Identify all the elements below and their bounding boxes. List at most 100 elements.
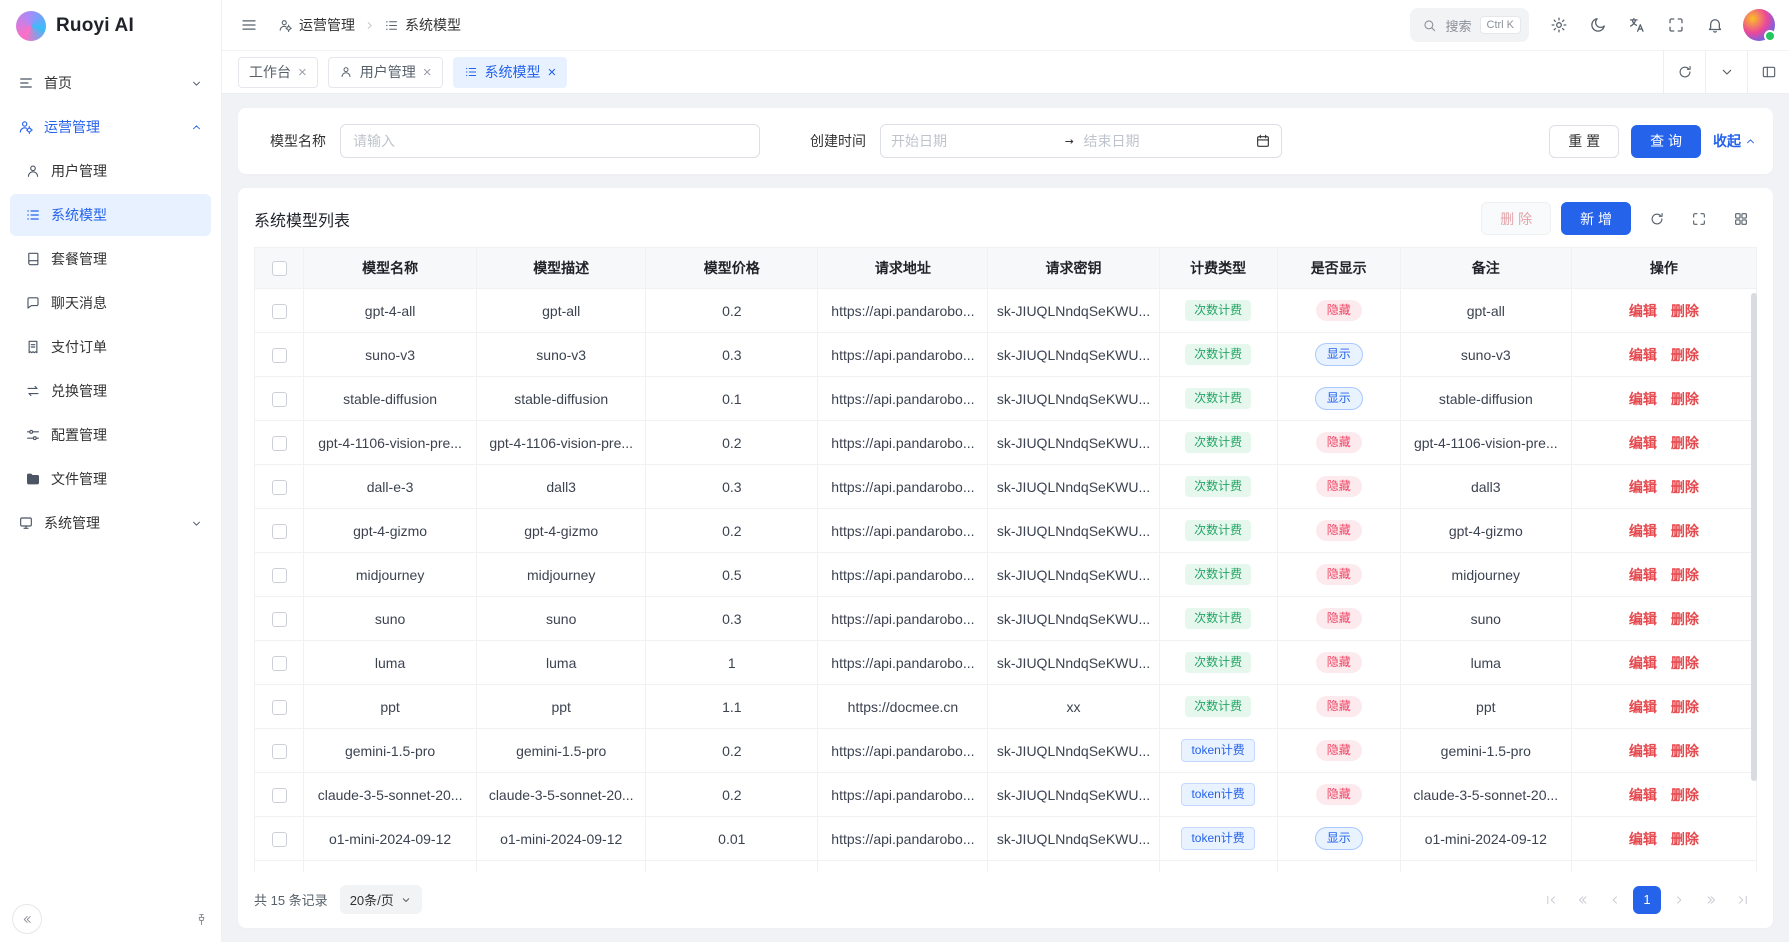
delete-link[interactable]: 删除 — [1671, 435, 1699, 451]
edit-link[interactable]: 编辑 — [1629, 435, 1657, 451]
query-button[interactable]: 查 询 — [1631, 125, 1701, 158]
edit-link[interactable]: 编辑 — [1629, 567, 1657, 583]
tab-menu-icon[interactable] — [1705, 51, 1747, 93]
sidebar-section[interactable]: 运营管理 — [10, 106, 211, 148]
edit-link[interactable]: 编辑 — [1629, 831, 1657, 847]
select-all-checkbox[interactable] — [272, 261, 287, 276]
delete-link[interactable]: 删除 — [1671, 347, 1699, 363]
row-checkbox[interactable] — [272, 348, 287, 363]
edit-link[interactable]: 编辑 — [1629, 347, 1657, 363]
delete-link[interactable]: 删除 — [1671, 479, 1699, 495]
select-all-cell — [254, 247, 304, 289]
delete-link[interactable]: 删除 — [1671, 303, 1699, 319]
row-checkbox[interactable] — [272, 656, 287, 671]
edit-link[interactable]: 编辑 — [1629, 391, 1657, 407]
sidebar-item[interactable]: 用户管理 — [10, 150, 211, 192]
cell-model-price: 0.2 — [646, 729, 818, 773]
add-button[interactable]: 新 增 — [1561, 202, 1631, 235]
tab-item[interactable]: 工作台× — [238, 57, 318, 88]
edit-link[interactable]: 编辑 — [1629, 787, 1657, 803]
tab-item[interactable]: 系统模型× — [453, 57, 568, 88]
tab-close-icon[interactable]: × — [423, 65, 432, 80]
row-checkbox[interactable] — [272, 436, 287, 451]
prev-page-icon[interactable] — [1601, 886, 1629, 914]
delete-link[interactable]: 删除 — [1671, 523, 1699, 539]
language-icon[interactable] — [1620, 8, 1654, 42]
edit-link[interactable]: 编辑 — [1629, 479, 1657, 495]
current-page[interactable]: 1 — [1633, 886, 1661, 914]
column-header: 模型价格 — [646, 247, 818, 289]
sidebar-section[interactable]: 系统管理 — [10, 502, 211, 544]
tab-list: 工作台×用户管理×系统模型× — [238, 51, 1663, 93]
global-search[interactable]: 搜索 Ctrl K — [1410, 8, 1529, 42]
dark-mode-icon[interactable] — [1581, 8, 1615, 42]
delete-link[interactable]: 删除 — [1671, 655, 1699, 671]
row-checkbox[interactable] — [272, 480, 287, 495]
model-name-input[interactable] — [340, 124, 760, 158]
tab-close-icon[interactable]: × — [548, 65, 557, 80]
sidebar-item[interactable]: 系统模型 — [10, 194, 211, 236]
sidebar-item[interactable]: 支付订单 — [10, 326, 211, 368]
edit-link[interactable]: 编辑 — [1629, 611, 1657, 627]
table-fullscreen-icon[interactable] — [1683, 203, 1715, 235]
logo[interactable]: Ruoyi AI — [0, 0, 221, 52]
tab-label: 用户管理 — [360, 62, 416, 82]
edit-link[interactable]: 编辑 — [1629, 699, 1657, 715]
delete-link[interactable]: 删除 — [1671, 743, 1699, 759]
next-jump-icon[interactable] — [1697, 886, 1725, 914]
user-avatar[interactable] — [1743, 9, 1775, 41]
row-checkbox[interactable] — [272, 524, 287, 539]
end-date-input[interactable] — [1084, 133, 1248, 149]
row-checkbox[interactable] — [272, 788, 287, 803]
delete-link[interactable]: 删除 — [1671, 567, 1699, 583]
breadcrumb-item[interactable]: 系统模型 — [384, 15, 461, 35]
sidebar-item[interactable]: 文件管理 — [10, 458, 211, 500]
vertical-scrollbar[interactable] — [1751, 293, 1757, 781]
edit-link[interactable]: 编辑 — [1629, 303, 1657, 319]
pin-icon[interactable] — [194, 912, 209, 927]
first-page-icon[interactable] — [1537, 886, 1565, 914]
delete-link[interactable]: 删除 — [1671, 391, 1699, 407]
fullscreen-icon[interactable] — [1659, 8, 1693, 42]
hamburger-menu-icon[interactable] — [232, 8, 266, 42]
breadcrumb-item[interactable]: 运营管理 — [278, 15, 355, 35]
table-refresh-icon[interactable] — [1641, 203, 1673, 235]
sidebar-item[interactable]: 聊天消息 — [10, 282, 211, 324]
edit-link[interactable]: 编辑 — [1629, 655, 1657, 671]
reset-button[interactable]: 重 置 — [1549, 125, 1619, 158]
delete-link[interactable]: 删除 — [1671, 831, 1699, 847]
row-checkbox[interactable] — [272, 700, 287, 715]
sidebar-item[interactable]: 配置管理 — [10, 414, 211, 456]
row-checkbox[interactable] — [272, 612, 287, 627]
sidebar-collapse-button[interactable] — [12, 904, 42, 934]
page-size-select[interactable]: 20条/页 — [340, 885, 422, 914]
last-page-icon[interactable] — [1729, 886, 1757, 914]
date-range-picker[interactable] — [880, 124, 1282, 158]
row-checkbox[interactable] — [272, 392, 287, 407]
edit-link[interactable]: 编辑 — [1629, 743, 1657, 759]
next-page-icon[interactable] — [1665, 886, 1693, 914]
settings-icon[interactable] — [1542, 8, 1576, 42]
sidebar-item[interactable]: 套餐管理 — [10, 238, 211, 280]
row-checkbox[interactable] — [272, 304, 287, 319]
edit-link[interactable]: 编辑 — [1629, 523, 1657, 539]
row-checkbox[interactable] — [272, 744, 287, 759]
batch-delete-button[interactable]: 删 除 — [1481, 202, 1551, 235]
row-checkbox[interactable] — [272, 832, 287, 847]
delete-link[interactable]: 删除 — [1671, 611, 1699, 627]
column-settings-icon[interactable] — [1725, 203, 1757, 235]
tab-close-icon[interactable]: × — [298, 65, 307, 80]
start-date-input[interactable] — [891, 133, 1055, 149]
delete-link[interactable]: 删除 — [1671, 699, 1699, 715]
tab-item[interactable]: 用户管理 × — [328, 57, 443, 88]
sidebar-section[interactable]: 首页 — [10, 62, 211, 104]
sidebar-item[interactable]: 兑换管理 — [10, 370, 211, 412]
collapse-filter-link[interactable]: 收起 — [1713, 131, 1757, 151]
delete-link[interactable]: 删除 — [1671, 787, 1699, 803]
notifications-icon[interactable] — [1698, 8, 1732, 42]
row-checkbox[interactable] — [272, 568, 287, 583]
prev-jump-icon[interactable] — [1569, 886, 1597, 914]
layout-toggle-icon[interactable] — [1747, 51, 1789, 93]
refresh-page-icon[interactable] — [1663, 51, 1705, 93]
sidebar-item-label: 兑换管理 — [51, 381, 107, 401]
